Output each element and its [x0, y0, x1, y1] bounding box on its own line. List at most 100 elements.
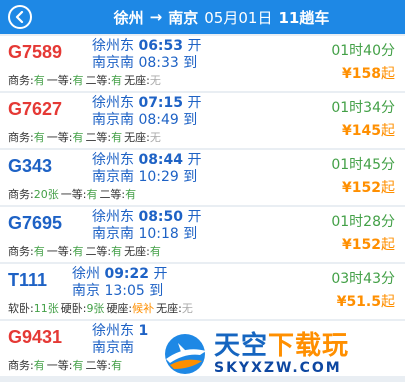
- trip-duration: 01时45分: [331, 157, 395, 173]
- train-number: G9431: [8, 327, 63, 347]
- departure-station: 徐州东: [92, 209, 134, 225]
- seat-count: 有: [111, 74, 123, 87]
- seat-class: 商务:有: [8, 131, 45, 144]
- seat-count: 无: [149, 74, 161, 87]
- seat-count: 候补: [132, 302, 155, 315]
- seat-class: 一等:有: [47, 74, 84, 87]
- seat-class: 商务:20张: [8, 188, 59, 201]
- price-value: ¥152: [342, 180, 381, 196]
- arrival-tag: 到: [183, 226, 198, 242]
- watermark-logo: 天空下载玩 SKYXZW.COM: [160, 326, 405, 382]
- seat-label: 一等:: [46, 74, 73, 87]
- seat-availability: 商务:有 一等:有 二等:有 无座:有: [8, 243, 163, 259]
- trip-duration: 01时40分: [331, 43, 395, 59]
- price-value: ¥51.5: [336, 294, 381, 310]
- seat-count: 有: [72, 74, 84, 87]
- seat-availability: 商务:20张 一等:有 二等:有: [8, 186, 138, 202]
- seat-label: 二等:: [85, 359, 112, 372]
- seat-label: 软卧:: [8, 302, 34, 315]
- departure-time: 08:44: [138, 152, 184, 168]
- seat-count: 有: [111, 131, 123, 144]
- arrival-tag: 到: [149, 283, 164, 299]
- seat-label: 一等:: [46, 245, 73, 258]
- seat-class: 二等:有: [85, 359, 122, 372]
- seat-class: 一等:有: [47, 245, 84, 258]
- arrival-station: 南京: [72, 283, 100, 299]
- seat-availability: 商务:有 一等:有 二等:有 无座:无: [8, 72, 163, 88]
- header-bar: 徐州 → 南京 05月01日 11趟车: [0, 0, 405, 34]
- seat-label: 商务:: [8, 359, 34, 372]
- price-value: ¥145: [342, 123, 381, 139]
- ticket-price: ¥158起: [342, 63, 395, 83]
- ticket-price: ¥152起: [342, 234, 395, 254]
- seat-availability: 软卧:11张 硬卧:9张 硬座:候补 无座:无: [8, 300, 195, 316]
- train-number: G7695: [8, 213, 63, 233]
- watermark-cn-1: 天空: [214, 331, 269, 361]
- seat-label: 二等:: [85, 74, 112, 87]
- arrival-time: 08:33: [138, 55, 179, 71]
- arrival-time: 10:18: [138, 226, 179, 242]
- departure-tag: 开: [187, 95, 202, 111]
- departure-time: 06:53: [138, 38, 184, 54]
- station-times: 徐州东 06:53 开南京南 08:33 到: [92, 38, 201, 72]
- station-times: 徐州 09:22 开南京 13:05 到: [72, 266, 167, 300]
- seat-count: 有: [33, 74, 45, 87]
- seat-count: 有: [72, 245, 84, 258]
- arrival-time: 13:05: [104, 283, 145, 299]
- arrival-station: 南京南: [92, 169, 134, 185]
- departure-station: 徐州东: [92, 323, 134, 339]
- arrival-station: 南京南: [92, 340, 134, 356]
- ticket-price: ¥145起: [342, 120, 395, 140]
- seat-count: 9张: [86, 302, 105, 315]
- back-button[interactable]: [8, 5, 32, 29]
- seat-class: 无座:无: [124, 131, 161, 144]
- seat-count: 有: [72, 131, 84, 144]
- seat-label: 商务:: [8, 245, 34, 258]
- seat-label: 二等:: [99, 188, 126, 201]
- seat-class: 一等:有: [61, 188, 98, 201]
- seat-class: 二等:有: [85, 131, 122, 144]
- train-card[interactable]: G343 徐州东 08:44 开南京南 10:29 到 01时45分 ¥152起 商务:…: [0, 150, 405, 205]
- train-number: G7627: [8, 99, 63, 119]
- seat-class: 二等:有: [99, 188, 136, 201]
- departure-time: 08:50: [138, 209, 184, 225]
- train-card[interactable]: T111 徐州 09:22 开南京 13:05 到 03时43分 ¥51.5起 软卧:1…: [0, 264, 405, 319]
- seat-label: 商务:: [8, 74, 34, 87]
- train-card[interactable]: G7695 徐州东 08:50 开南京南 10:18 到 01时28分 ¥152起商务…: [0, 207, 405, 262]
- arrival-tag: 到: [183, 55, 198, 71]
- price-suffix: 起: [381, 294, 395, 310]
- station-times: 徐州东 08:50 开南京南 10:18 到: [92, 209, 201, 243]
- seat-count: 11张: [33, 302, 59, 315]
- seat-label: 商务:: [8, 188, 34, 201]
- seat-count: 有: [72, 359, 84, 372]
- seat-label: 一等:: [46, 131, 73, 144]
- trip-duration: 03时43分: [331, 271, 395, 287]
- arrival-tag: 到: [183, 112, 198, 128]
- price-value: ¥152: [342, 237, 381, 253]
- train-card[interactable]: G7589 徐州东 06:53 开南京南 08:33 到 01时40分 ¥158起商务…: [0, 36, 405, 91]
- seat-count: 有: [111, 245, 123, 258]
- seat-label: 无座:: [124, 131, 150, 144]
- arrow-right-icon: →: [149, 8, 163, 26]
- trip-duration: 01时28分: [331, 214, 395, 230]
- seat-label: 二等:: [85, 245, 112, 258]
- price-suffix: 起: [381, 180, 395, 196]
- ticket-price: ¥51.5起: [337, 291, 395, 311]
- arrival-station: 南京南: [92, 226, 134, 242]
- departure-station: 徐州东: [92, 38, 134, 54]
- seat-label: 无座:: [124, 245, 150, 258]
- ticket-price: ¥152起: [342, 177, 395, 197]
- trip-duration: 01时34分: [331, 100, 395, 116]
- seat-count: 有: [33, 359, 45, 372]
- arrival-time: 10:29: [138, 169, 179, 185]
- price-suffix: 起: [381, 123, 395, 139]
- seat-label: 一等:: [60, 188, 87, 201]
- departure-time: 1: [138, 323, 149, 339]
- seat-availability: 商务:有 一等:有 二等:有 无座:无: [8, 129, 163, 145]
- seat-count: 有: [33, 131, 45, 144]
- watermark-url: SKYXZW.COM: [214, 360, 342, 376]
- train-number: G7589: [8, 42, 63, 62]
- seat-availability: 商务:有 一等:有 二等:有: [8, 357, 124, 373]
- train-card[interactable]: G7627 徐州东 07:15 开南京南 08:49 到 01时34分 ¥145起 商务…: [0, 93, 405, 148]
- seat-label: 无座:: [124, 74, 150, 87]
